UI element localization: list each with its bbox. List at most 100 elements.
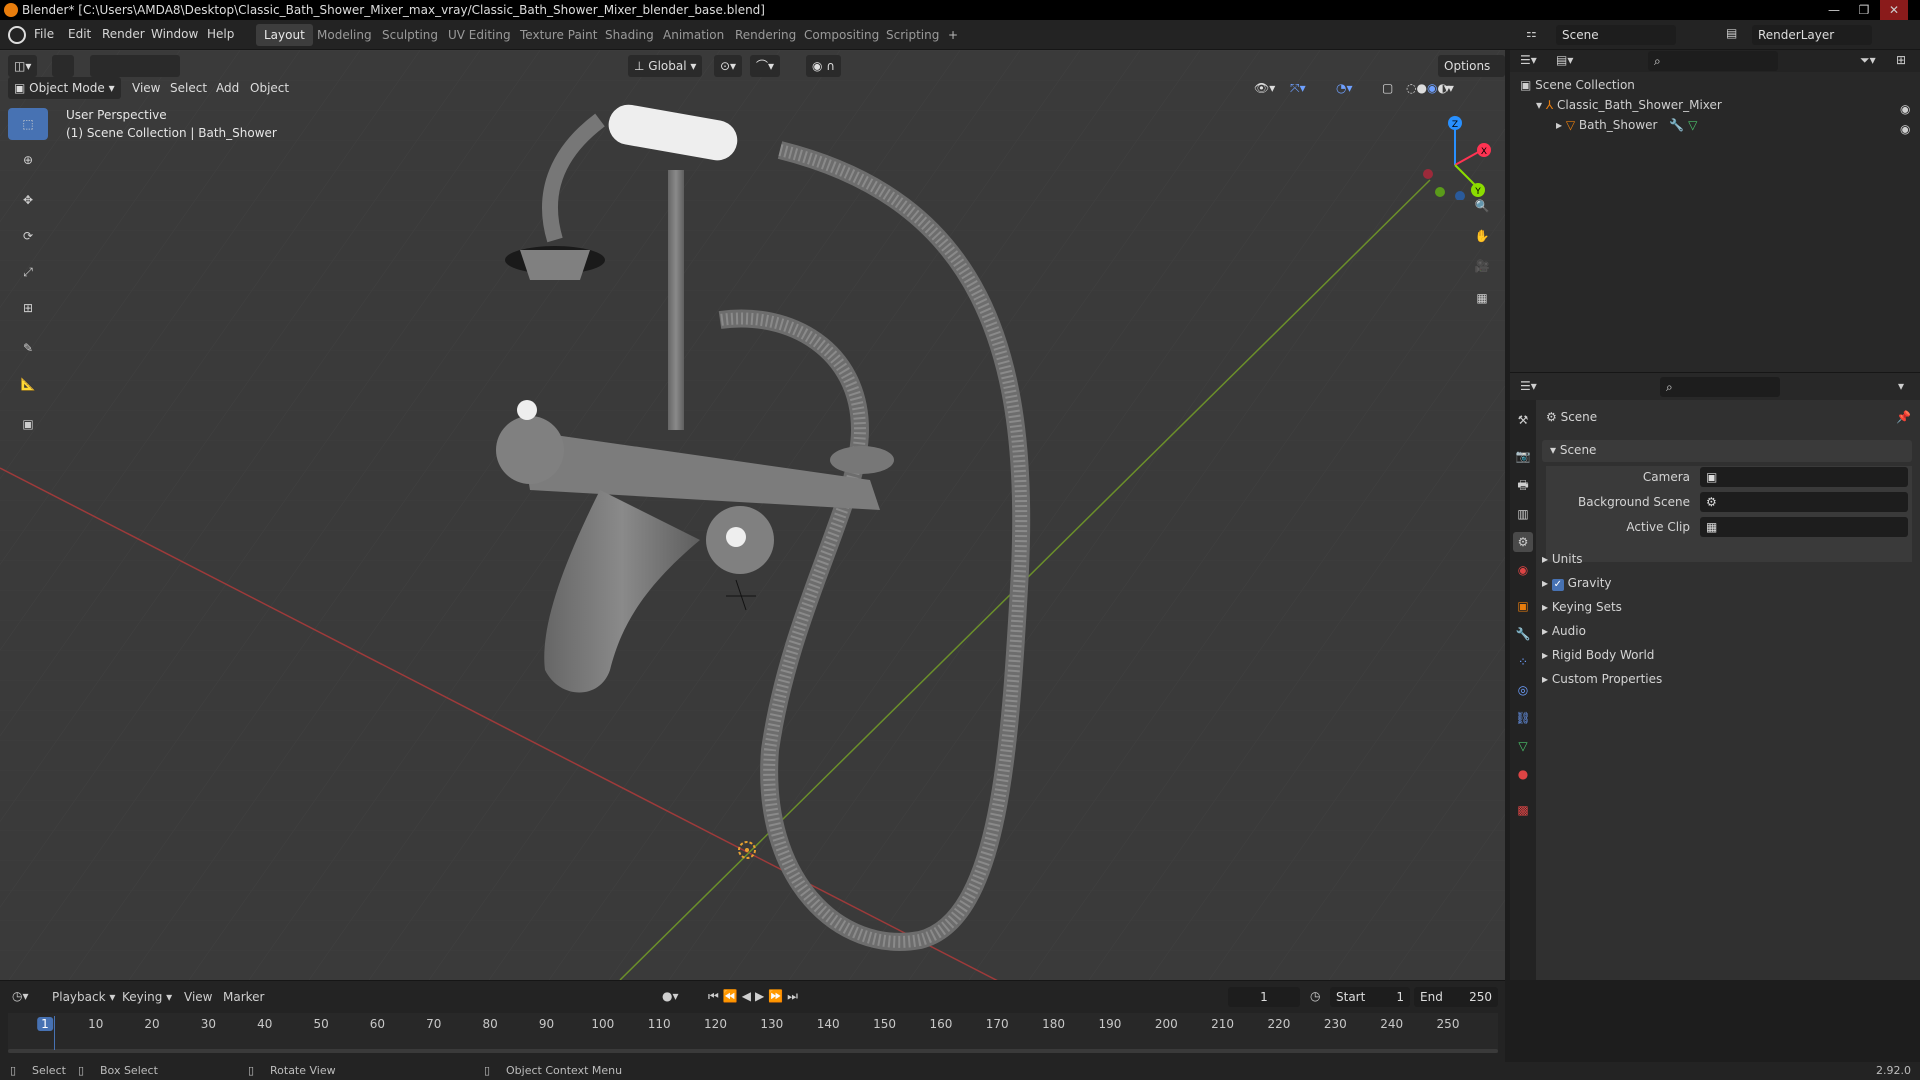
menu-playback[interactable]: Playback ▾ <box>52 990 115 1004</box>
move-tool-icon[interactable]: ✥ <box>8 184 48 216</box>
constraints-tab-icon[interactable]: ⛓ <box>1513 708 1533 728</box>
overlays-icon[interactable]: ◔▾ <box>1330 77 1359 99</box>
world-tab-icon[interactable]: ◉ <box>1513 560 1533 580</box>
blender-menu-icon[interactable] <box>8 26 26 44</box>
preview-range-icon[interactable]: ◷ <box>1310 989 1320 1003</box>
keying-sets-section[interactable]: ▸ Keying Sets <box>1542 600 1622 614</box>
tab-modeling[interactable]: Modeling <box>309 24 380 46</box>
gizmo-toggle-icon[interactable]: ⤧▾ <box>1284 77 1312 99</box>
scene-tab-icon[interactable]: ⚙ <box>1513 532 1533 552</box>
tab-shading[interactable]: Shading <box>597 24 662 46</box>
minimize-button[interactable]: — <box>1820 0 1848 20</box>
rigid-body-world-section[interactable]: ▸ Rigid Body World <box>1542 648 1654 662</box>
data-tab-icon[interactable]: ▽ <box>1513 736 1533 756</box>
camera-field[interactable]: ▣ <box>1700 467 1908 487</box>
current-frame-field[interactable]: 1 <box>1228 987 1300 1007</box>
timeline-scrollbar[interactable] <box>8 1049 1498 1053</box>
editor-type-icon[interactable]: ◫▾ <box>8 55 38 77</box>
outliner[interactable]: ▣ Scene Collection ▾ ⅄ Classic_Bath_Show… <box>1510 72 1920 372</box>
visibility-eye-icon[interactable]: ◉ <box>1900 102 1910 116</box>
audio-section[interactable]: ▸ Audio <box>1542 624 1586 638</box>
scene-panel-header[interactable]: ▾ Scene <box>1542 440 1912 462</box>
visibility-icon[interactable]: 👁▾ <box>1248 77 1281 99</box>
menu-file[interactable]: File <box>34 27 54 41</box>
transform-orientation-dropdown[interactable]: ⊥ Global ▾ <box>628 55 703 77</box>
tab-compositing[interactable]: Compositing <box>796 24 887 46</box>
menu-edit[interactable]: Edit <box>68 27 91 41</box>
view-layer-selector[interactable]: RenderLayer <box>1752 25 1872 45</box>
navigation-gizmo[interactable]: Z X Y <box>1410 110 1500 200</box>
expand-arrow-icon[interactable]: ▾ <box>1536 98 1546 112</box>
pivot-point-icon[interactable]: ⊙▾ <box>714 55 743 77</box>
outliner-editor-icon[interactable]: ☰▾ <box>1520 53 1537 67</box>
tab-animation[interactable]: Animation <box>655 24 732 46</box>
properties-editor-icon[interactable]: ☰▾ <box>1520 379 1537 393</box>
menu-select[interactable]: Select <box>164 77 213 99</box>
expand-arrow-icon[interactable]: ▸ <box>1556 118 1566 132</box>
scale-tool-icon[interactable]: ⤢ <box>8 256 48 288</box>
select-box-tool-icon[interactable]: ⬚ <box>8 108 48 140</box>
add-cube-tool-icon[interactable]: ▣ <box>8 408 48 440</box>
xray-icon[interactable]: ▢ <box>1376 77 1399 99</box>
tab-texture-paint[interactable]: Texture Paint <box>512 24 605 46</box>
particles-tab-icon[interactable]: ⁘ <box>1513 652 1533 672</box>
custom-properties-section[interactable]: ▸ Custom Properties <box>1542 672 1662 686</box>
outliner-search-input[interactable]: ⌕ <box>1648 51 1778 71</box>
maximize-button[interactable]: ❐ <box>1850 0 1878 20</box>
tab-scripting[interactable]: Scripting <box>878 24 947 46</box>
3d-viewport[interactable]: ◫▾ ⊥ Global ▾ ⊙▾ ⌒▾ ◉ ∩ Options ▾ ▣ Obje… <box>0 50 1505 980</box>
material-tab-icon[interactable]: ● <box>1513 764 1533 784</box>
tab-layout[interactable]: Layout <box>256 24 313 46</box>
tab-sculpting[interactable]: Sculpting <box>374 24 446 46</box>
annotate-tool-icon[interactable]: ✎ <box>8 332 48 364</box>
output-tab-icon[interactable]: 🖶 <box>1513 476 1533 496</box>
start-frame-field[interactable]: Start 1 <box>1330 987 1410 1007</box>
tab-rendering[interactable]: Rendering <box>727 24 804 46</box>
menu-object[interactable]: Object <box>244 77 295 99</box>
zoom-icon[interactable]: 🔍 <box>1468 192 1496 220</box>
menu-marker[interactable]: Marker <box>223 990 264 1004</box>
properties-options-icon[interactable]: ▾ <box>1898 379 1904 393</box>
pan-hand-icon[interactable]: ✋ <box>1468 222 1496 250</box>
physics-tab-icon[interactable]: ◎ <box>1513 680 1533 700</box>
rotate-tool-icon[interactable]: ⟳ <box>8 220 48 252</box>
auto-key-icon[interactable]: ●▾ <box>662 989 679 1003</box>
active-clip-field[interactable]: ▦ <box>1700 517 1908 537</box>
menu-render[interactable]: Render <box>102 27 145 41</box>
outliner-item-collection[interactable]: ▾ ⅄ Classic_Bath_Shower_Mixer <box>1536 98 1722 112</box>
menu-help[interactable]: Help <box>207 27 234 41</box>
tab-uv-editing[interactable]: UV Editing <box>440 24 519 46</box>
texture-tab-icon[interactable]: ▩ <box>1513 800 1533 820</box>
add-workspace-button[interactable]: + <box>940 24 966 46</box>
selection-mode-buttons[interactable] <box>90 55 180 77</box>
outliner-root[interactable]: ▣ Scene Collection <box>1520 78 1635 92</box>
pin-icon[interactable]: 📌 <box>1896 410 1911 424</box>
display-mode-icon[interactable]: ▤▾ <box>1556 53 1573 67</box>
timeline-editor-icon[interactable]: ◷▾ <box>12 989 29 1003</box>
select-mode-icon[interactable] <box>52 55 74 77</box>
close-button[interactable]: ✕ <box>1880 0 1908 20</box>
scene-selector[interactable]: Scene <box>1556 25 1676 45</box>
transform-tool-icon[interactable]: ⊞ <box>8 292 48 324</box>
filter-icon[interactable]: ⏷▾ <box>1860 53 1876 68</box>
tool-tab-icon[interactable]: ⚒ <box>1513 410 1533 430</box>
menu-view[interactable]: View <box>126 77 166 99</box>
snap-icon[interactable]: ⌒▾ <box>750 55 781 77</box>
new-collection-icon[interactable]: ⊞ <box>1896 53 1906 67</box>
camera-view-icon[interactable]: 🎥 <box>1468 252 1496 280</box>
proportional-edit-icon[interactable]: ◉ ∩ <box>806 55 842 77</box>
view-layer-tab-icon[interactable]: ▥ <box>1513 504 1533 524</box>
units-section[interactable]: ▸ Units <box>1542 552 1583 566</box>
measure-tool-icon[interactable]: 📐 <box>8 368 48 400</box>
render-tab-icon[interactable]: 📷 <box>1513 446 1533 466</box>
menu-keying[interactable]: Keying ▾ <box>122 990 172 1004</box>
playback-controls[interactable]: ⏮⏪◀▶⏩⏭ <box>708 989 802 1004</box>
options-dropdown[interactable]: Options ▾ <box>1438 55 1505 95</box>
gravity-section[interactable]: ▸ ✓ Gravity <box>1542 576 1612 591</box>
visibility-eye-icon[interactable]: ◉ <box>1900 122 1910 136</box>
gravity-checkbox[interactable]: ✓ <box>1551 579 1564 591</box>
shading-modes[interactable]: ◌●◉◐▾ <box>1400 77 1460 99</box>
menu-timeline-view[interactable]: View <box>184 990 212 1004</box>
outliner-item-mesh[interactable]: ▸ ▽ Bath_Shower 🔧 ▽ <box>1556 118 1697 132</box>
background-scene-field[interactable]: ⚙ <box>1700 492 1908 512</box>
